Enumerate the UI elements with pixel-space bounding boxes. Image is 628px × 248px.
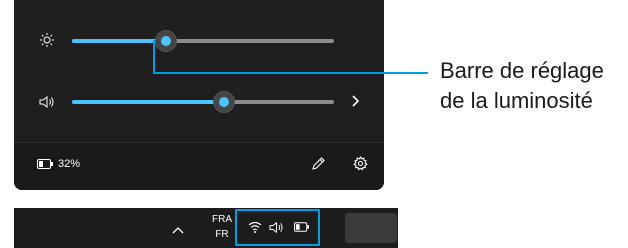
volume-slider-fill (72, 100, 224, 104)
volume-slider-thumb[interactable] (214, 92, 234, 112)
callout-leader-line (153, 40, 428, 74)
callout-line-2: de la luminosité (440, 88, 593, 113)
chevron-up-icon[interactable] (172, 226, 184, 234)
volume-icon (39, 96, 54, 108)
chevron-right-icon[interactable] (351, 95, 359, 107)
callout-label: Barre de réglage de la luminosité (440, 56, 628, 116)
keyboard-layout-code: FR (215, 229, 229, 240)
brightness-slider-fill (72, 39, 166, 43)
brightness-icon (40, 33, 54, 47)
quick-settings-panel: 32% (14, 0, 384, 190)
taskbar: FRA FR (14, 208, 398, 248)
battery-percentage: 32% (58, 158, 81, 170)
battery-icon (37, 159, 53, 169)
system-tray-highlight (235, 209, 320, 246)
volume-slider-track[interactable] (72, 100, 334, 104)
callout-line-1: Barre de réglage (440, 58, 604, 83)
language-indicator[interactable]: FRA FR (206, 212, 238, 242)
blurred-taskbar-item[interactable] (345, 213, 397, 243)
pencil-icon[interactable] (311, 156, 326, 171)
gear-icon[interactable] (353, 156, 368, 171)
language-code: FRA (212, 214, 232, 225)
